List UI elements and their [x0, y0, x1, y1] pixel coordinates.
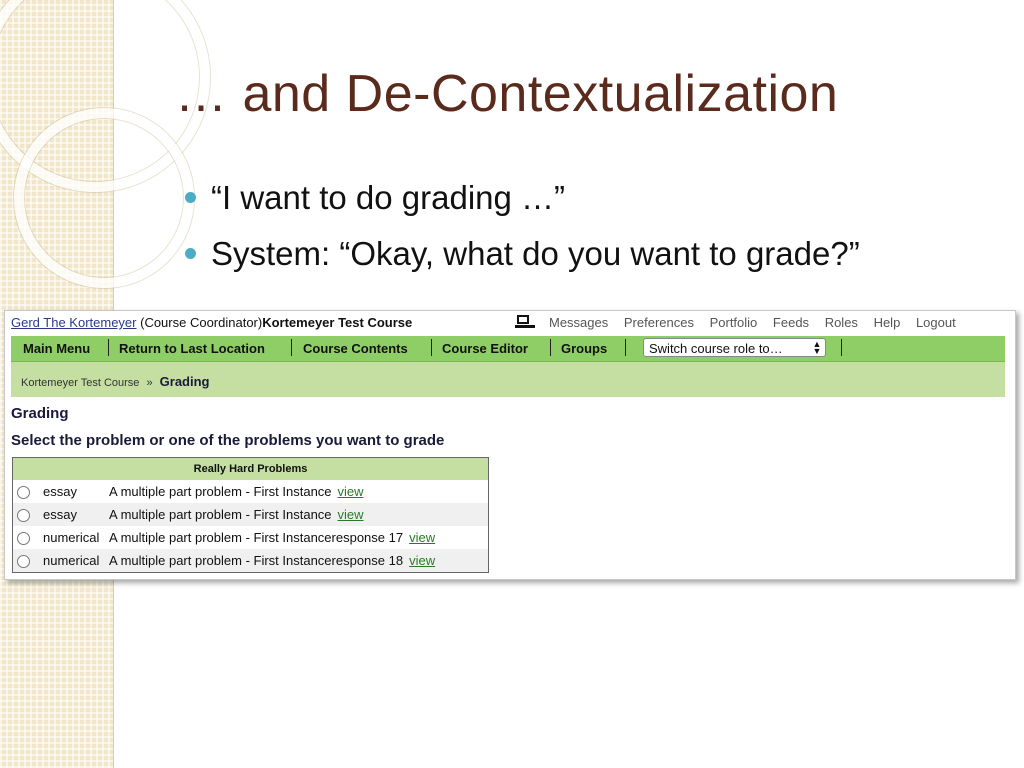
problem-title: A multiple part problem - First Instance	[109, 484, 332, 499]
type-cell: numerical	[39, 526, 105, 549]
bullet-dot-icon	[185, 192, 196, 203]
switch-role-select[interactable]: Switch course role to… ▲ ▼	[643, 338, 826, 357]
breadcrumb-current: Grading	[159, 374, 210, 389]
menu-separator	[431, 339, 432, 356]
problems-table: Really Hard Problems essay A multiple pa…	[12, 457, 489, 573]
problem-radio[interactable]	[17, 555, 30, 569]
user-name-link[interactable]: Gerd The Kortemeyer	[11, 315, 136, 330]
page-heading: Grading	[11, 405, 69, 422]
problem-radio[interactable]	[17, 532, 30, 546]
problem-radio[interactable]	[17, 509, 30, 523]
view-link[interactable]: view	[409, 553, 435, 568]
menu-groups[interactable]: Groups	[561, 341, 607, 356]
menu-main-menu[interactable]: Main Menu	[23, 341, 90, 356]
bullet-item: “I want to do grading …”	[185, 170, 860, 226]
embedded-screenshot: Gerd The Kortemeyer (Course Coordinator)…	[4, 310, 1016, 580]
nav-roles[interactable]: Roles	[825, 315, 858, 330]
nav-logout[interactable]: Logout	[916, 315, 956, 330]
view-link[interactable]: view	[338, 507, 364, 522]
nav-portfolio[interactable]: Portfolio	[710, 315, 758, 330]
main-menu-bar: Main Menu Return to Last Location Course…	[11, 336, 1005, 362]
type-cell: essay	[39, 480, 105, 503]
table-row: numerical A multiple part problem - Firs…	[12, 526, 489, 549]
menu-separator	[625, 339, 626, 356]
view-link[interactable]: view	[409, 530, 435, 545]
problem-title: A multiple part problem - First Instance…	[109, 530, 404, 545]
nav-messages[interactable]: Messages	[549, 315, 608, 330]
switch-role-value: Switch course role to…	[649, 341, 783, 356]
menu-separator	[108, 339, 109, 356]
top-nav: Messages Preferences Portfolio Feeds Rol…	[549, 315, 956, 330]
computer-icon[interactable]	[515, 315, 537, 329]
problem-radio[interactable]	[17, 486, 30, 500]
menu-course-contents[interactable]: Course Contents	[303, 341, 408, 356]
table-header: Really Hard Problems	[12, 457, 489, 480]
nav-feeds[interactable]: Feeds	[773, 315, 809, 330]
radio-cell	[12, 549, 39, 573]
top-bar: Gerd The Kortemeyer (Course Coordinator)…	[11, 315, 1009, 333]
nav-preferences[interactable]: Preferences	[624, 315, 694, 330]
type-cell: essay	[39, 503, 105, 526]
title-cell: A multiple part problem - First Instance…	[105, 503, 489, 526]
bullet-item: System: “Okay, what do you want to grade…	[185, 226, 860, 282]
radio-cell	[12, 526, 39, 549]
breadcrumb-parent[interactable]: Kortemeyer Test Course	[21, 377, 139, 389]
title-cell: A multiple part problem - First Instance…	[105, 480, 489, 503]
nav-help[interactable]: Help	[874, 315, 901, 330]
bullet-dot-icon	[185, 248, 196, 259]
view-link[interactable]: view	[338, 484, 364, 499]
bullet-text: “I want to do grading …”	[211, 179, 566, 216]
menu-separator	[550, 339, 551, 356]
select-arrows-icon: ▲ ▼	[812, 339, 822, 356]
decorative-ring	[14, 108, 194, 288]
menu-return-last-location[interactable]: Return to Last Location	[119, 341, 265, 356]
title-cell: A multiple part problem - First Instance…	[105, 549, 489, 573]
radio-cell	[12, 480, 39, 503]
problem-title: A multiple part problem - First Instance	[109, 507, 332, 522]
problem-title: A multiple part problem - First Instance…	[109, 553, 404, 568]
bullet-text: System: “Okay, what do you want to grade…	[211, 235, 860, 272]
radio-cell	[12, 503, 39, 526]
instruction-text: Select the problem or one of the problem…	[11, 432, 445, 449]
type-cell: numerical	[39, 549, 105, 573]
table-row: essay A multiple part problem - First In…	[12, 480, 489, 503]
course-name: Kortemeyer Test Course	[262, 315, 413, 330]
menu-separator	[291, 339, 292, 356]
user-role: (Course Coordinator)	[140, 315, 263, 330]
breadcrumb-separator: »	[146, 377, 153, 389]
breadcrumb-bar: Kortemeyer Test Course » Grading	[11, 362, 1005, 397]
menu-course-editor[interactable]: Course Editor	[442, 341, 528, 356]
breadcrumb: Kortemeyer Test Course » Grading	[21, 374, 210, 389]
title-cell: A multiple part problem - First Instance…	[105, 526, 489, 549]
table-row: essay A multiple part problem - First In…	[12, 503, 489, 526]
table-row: numerical A multiple part problem - Firs…	[12, 549, 489, 573]
slide-title: … and De-Contextualization	[175, 65, 839, 123]
menu-separator	[841, 339, 842, 356]
bullet-list: “I want to do grading …” System: “Okay, …	[185, 170, 860, 282]
